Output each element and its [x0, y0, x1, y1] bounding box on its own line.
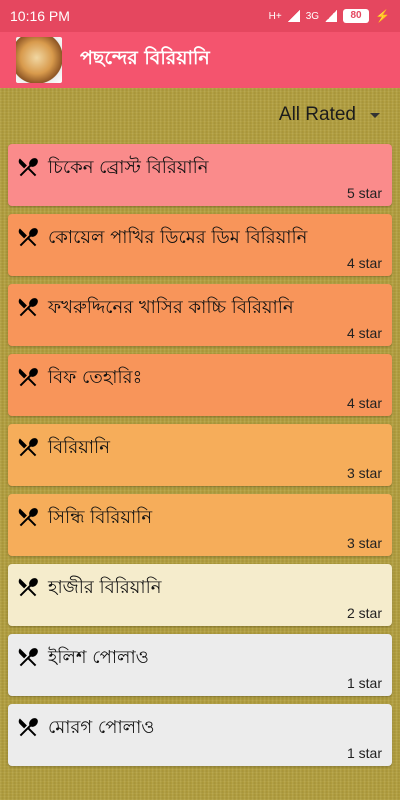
item-rating: 2 star: [346, 605, 382, 621]
item-rating: 3 star: [346, 535, 382, 551]
item-name: কোয়েল পাখির ডিমের ডিম বিরিয়ানি: [48, 227, 308, 248]
page-title: পছন্দের বিরিয়ানি: [80, 47, 210, 69]
biryani-list: চিকেন ব্রোস্ট বিরিয়ানি 5 star কোয়েল পাখি…: [8, 144, 392, 774]
network-type-label: H+: [268, 10, 282, 22]
item-name: ইলিশ পোলাও: [48, 647, 149, 668]
restaurant-icon: [16, 715, 40, 739]
item-rating: 4 star: [346, 255, 382, 271]
list-item[interactable]: কোয়েল পাখির ডিমের ডিম বিরিয়ানি 4 star: [8, 214, 392, 276]
app-bar: পছন্দের বিরিয়ানি: [0, 32, 400, 88]
list-item[interactable]: হাজীর বিরিয়ানি 2 star: [8, 564, 392, 626]
restaurant-icon: [16, 225, 40, 249]
item-rating: 4 star: [346, 325, 382, 341]
item-rating: 5 star: [346, 185, 382, 201]
dropdown-arrow-icon: [370, 112, 380, 118]
item-name: হাজীর বিরিয়ানি: [48, 577, 162, 598]
item-name: বিরিয়ানি: [48, 437, 110, 458]
list-item[interactable]: ফখরুদ্দিনের খাসির কাচ্চি বিরিয়ানি 4 star: [8, 284, 392, 346]
status-time: 10:16 PM: [10, 8, 70, 24]
item-rating: 1 star: [346, 745, 382, 761]
restaurant-icon: [16, 645, 40, 669]
item-rating: 1 star: [346, 675, 382, 691]
item-name: সিন্ধি বিরিয়ানি: [48, 507, 153, 528]
network-type-label-2: 3G: [305, 10, 320, 22]
list-item[interactable]: চিকেন ব্রোস্ট বিরিয়ানি 5 star: [8, 144, 392, 206]
item-name: ফখরুদ্দিনের খাসির কাচ্চি বিরিয়ানি: [48, 297, 294, 318]
rating-filter-value: All Rated: [278, 104, 356, 125]
item-name: চিকেন ব্রোস্ট বিরিয়ানি: [48, 157, 209, 178]
list-item[interactable]: মোরগ পোলাও 1 star: [8, 704, 392, 766]
restaurant-icon: [16, 365, 40, 389]
item-rating: 3 star: [346, 465, 382, 481]
list-item[interactable]: সিন্ধি বিরিয়ানি 3 star: [8, 494, 392, 556]
battery-icon: 80: [343, 9, 370, 23]
status-bar: 10:16 PM H+ 3G 80 ⚡: [0, 0, 400, 32]
item-name: মোরগ পোলাও: [48, 717, 155, 738]
item-name: বিফ তেহারিঃ: [48, 367, 143, 388]
list-item[interactable]: ইলিশ পোলাও 1 star: [8, 634, 392, 696]
list-item[interactable]: বিফ তেহারিঃ 4 star: [8, 354, 392, 416]
signal-icon: [287, 10, 300, 22]
signal-icon-2: [325, 10, 338, 22]
restaurant-icon: [16, 575, 40, 599]
list-item[interactable]: বিরিয়ানি 3 star: [8, 424, 392, 486]
restaurant-icon: [16, 435, 40, 459]
app-logo: [16, 37, 62, 83]
charging-icon: ⚡: [375, 9, 390, 23]
restaurant-icon: [16, 155, 40, 179]
rating-filter-dropdown[interactable]: All Rated: [279, 102, 380, 128]
restaurant-icon: [16, 295, 40, 319]
restaurant-icon: [16, 505, 40, 529]
status-icons: H+ 3G 80 ⚡: [269, 9, 390, 23]
item-rating: 4 star: [346, 395, 382, 411]
